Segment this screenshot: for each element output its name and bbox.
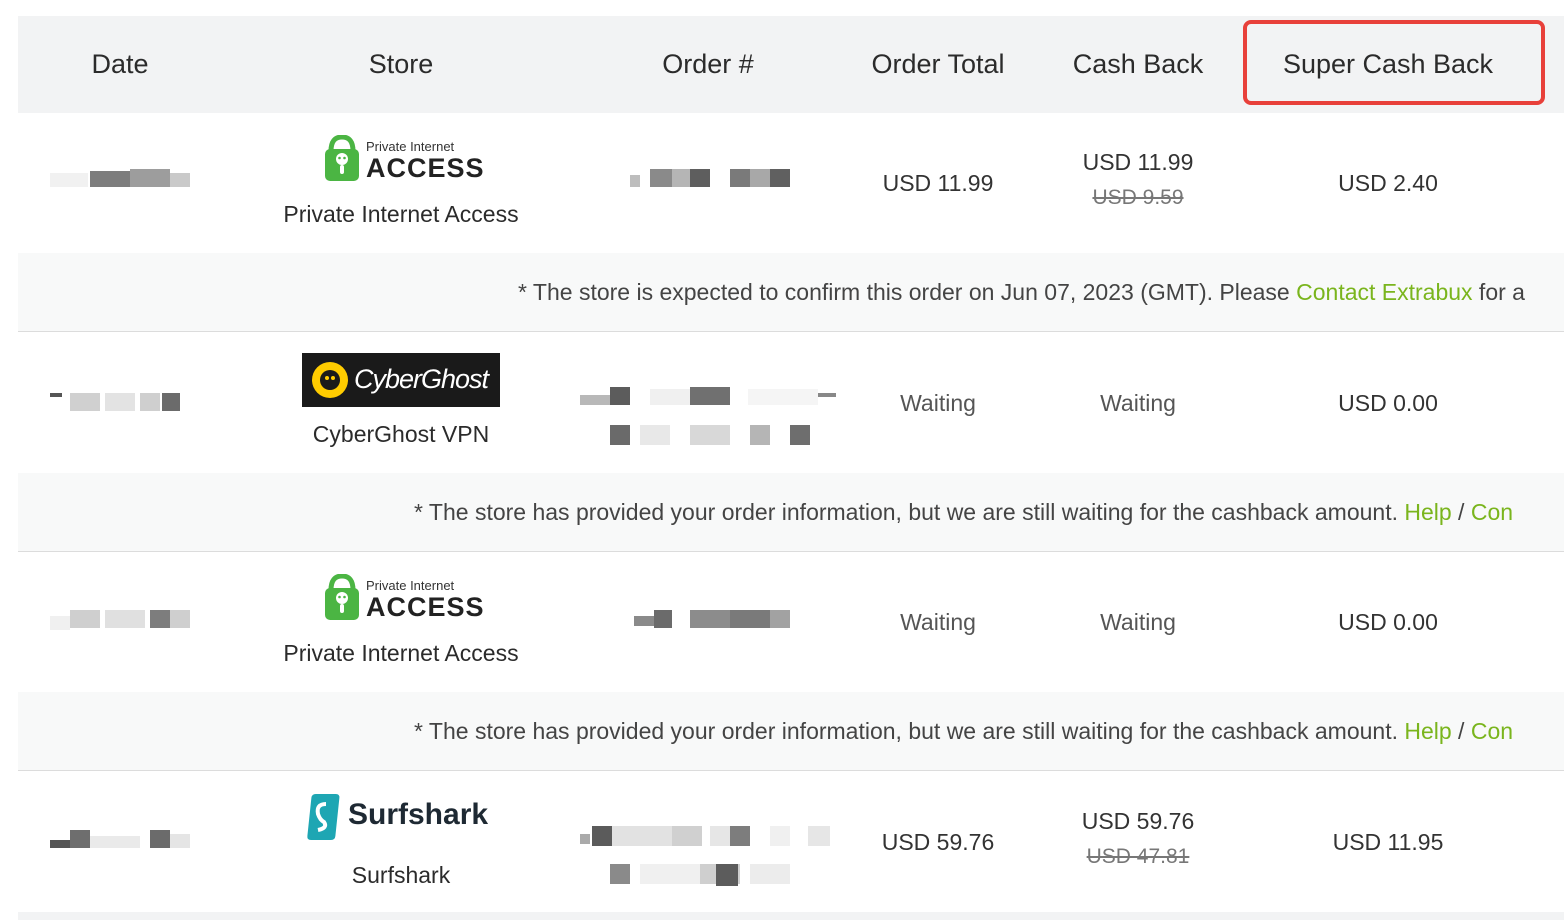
help-link[interactable]: Help — [1404, 499, 1451, 525]
order-total: Waiting — [900, 389, 976, 416]
redacted-date — [50, 169, 190, 189]
help-link[interactable]: Help — [1404, 718, 1451, 744]
note-text: * The store is expected to confirm this … — [518, 279, 1525, 305]
redacted-date — [50, 608, 190, 630]
table-header: Date Store Order # Order Total Cash Back… — [18, 16, 1564, 113]
note-text: * The store has provided your order info… — [414, 499, 1514, 525]
super-cash-back: USD 2.40 — [1338, 169, 1438, 196]
order-total: Waiting — [900, 608, 976, 635]
cash-back-original: USD 9.59 — [1092, 186, 1184, 209]
logo-text: Surfshark — [348, 798, 489, 831]
store-name[interactable]: Surfshark — [251, 862, 551, 889]
order-total: USD 59.76 — [881, 828, 995, 855]
order-note: * The store is expected to confirm this … — [18, 253, 1564, 332]
redacted-date — [50, 391, 190, 411]
redacted-order-number — [580, 824, 840, 888]
store-logo-private-internet-access[interactable]: Private Internet ACCESS — [323, 134, 485, 185]
note-text: * The store has provided your order info… — [414, 718, 1514, 744]
store-name[interactable]: Private Internet Access — [251, 640, 551, 667]
super-cash-back: USD 11.95 — [1332, 828, 1444, 855]
cash-back-amount: USD 59.76 — [1081, 808, 1195, 834]
order-total: USD 11.99 — [882, 169, 994, 196]
table-bottom-edge — [18, 912, 1564, 920]
contact-extrabux-link[interactable]: Contact Extrabux — [1296, 279, 1472, 305]
column-header-cash-back[interactable]: Cash Back — [1048, 16, 1228, 113]
cashback-orders-table: Date Store Order # Order Total Cash Back… — [18, 16, 1564, 920]
order-note: * The store has provided your order info… — [18, 473, 1564, 552]
cash-back-amount: USD 11.99 — [1082, 149, 1194, 175]
store-name[interactable]: CyberGhost VPN — [251, 421, 551, 448]
cash-back: Waiting — [1100, 389, 1176, 416]
store-logo-private-internet-access[interactable]: Private Internet ACCESS — [323, 573, 485, 624]
cash-back-cell: USD 59.76 USD 47.81 — [1048, 808, 1228, 888]
store-logo-cyberghost[interactable]: CyberGhost — [302, 353, 500, 407]
cash-back-original: USD 47.81 — [1086, 845, 1190, 868]
order-note: * The store has provided your order info… — [18, 692, 1564, 771]
logo-text-big: ACCESS — [366, 592, 485, 622]
store-name[interactable]: Private Internet Access — [251, 201, 551, 228]
redacted-order-number — [580, 387, 838, 449]
table-row: Surfshark Surfshark USD 59.76 USD 59.76 … — [18, 772, 1564, 912]
store-logo-surfshark[interactable]: Surfshark — [302, 792, 502, 844]
column-header-store[interactable]: Store — [301, 16, 501, 113]
super-cash-back: USD 0.00 — [1338, 608, 1438, 635]
contact-link[interactable]: Con — [1471, 499, 1513, 525]
logo-text-small: Private Internet — [366, 578, 455, 593]
contact-link[interactable]: Con — [1471, 718, 1513, 744]
column-header-order-total[interactable]: Order Total — [848, 16, 1028, 113]
redacted-order-number — [634, 608, 790, 630]
cash-back-cell: USD 11.99 USD 9.59 — [1048, 149, 1228, 229]
column-header-order-number[interactable]: Order # — [608, 16, 808, 113]
cash-back: Waiting — [1100, 608, 1176, 635]
super-cash-back: USD 0.00 — [1338, 389, 1438, 416]
table-row: Private Internet ACCESS Private Internet… — [18, 552, 1564, 692]
logo-text-small: Private Internet — [366, 139, 455, 154]
table-row: CyberGhost CyberGhost VPN Waiting Waitin… — [18, 333, 1564, 473]
redacted-order-number — [630, 167, 790, 189]
logo-text-big: ACCESS — [366, 153, 485, 183]
table-row: Private Internet ACCESS Private Internet… — [18, 113, 1564, 253]
logo-text: CyberGhost — [354, 364, 489, 394]
redacted-date — [50, 830, 190, 850]
column-header-date[interactable]: Date — [70, 16, 170, 113]
highlight-box — [1243, 20, 1545, 105]
